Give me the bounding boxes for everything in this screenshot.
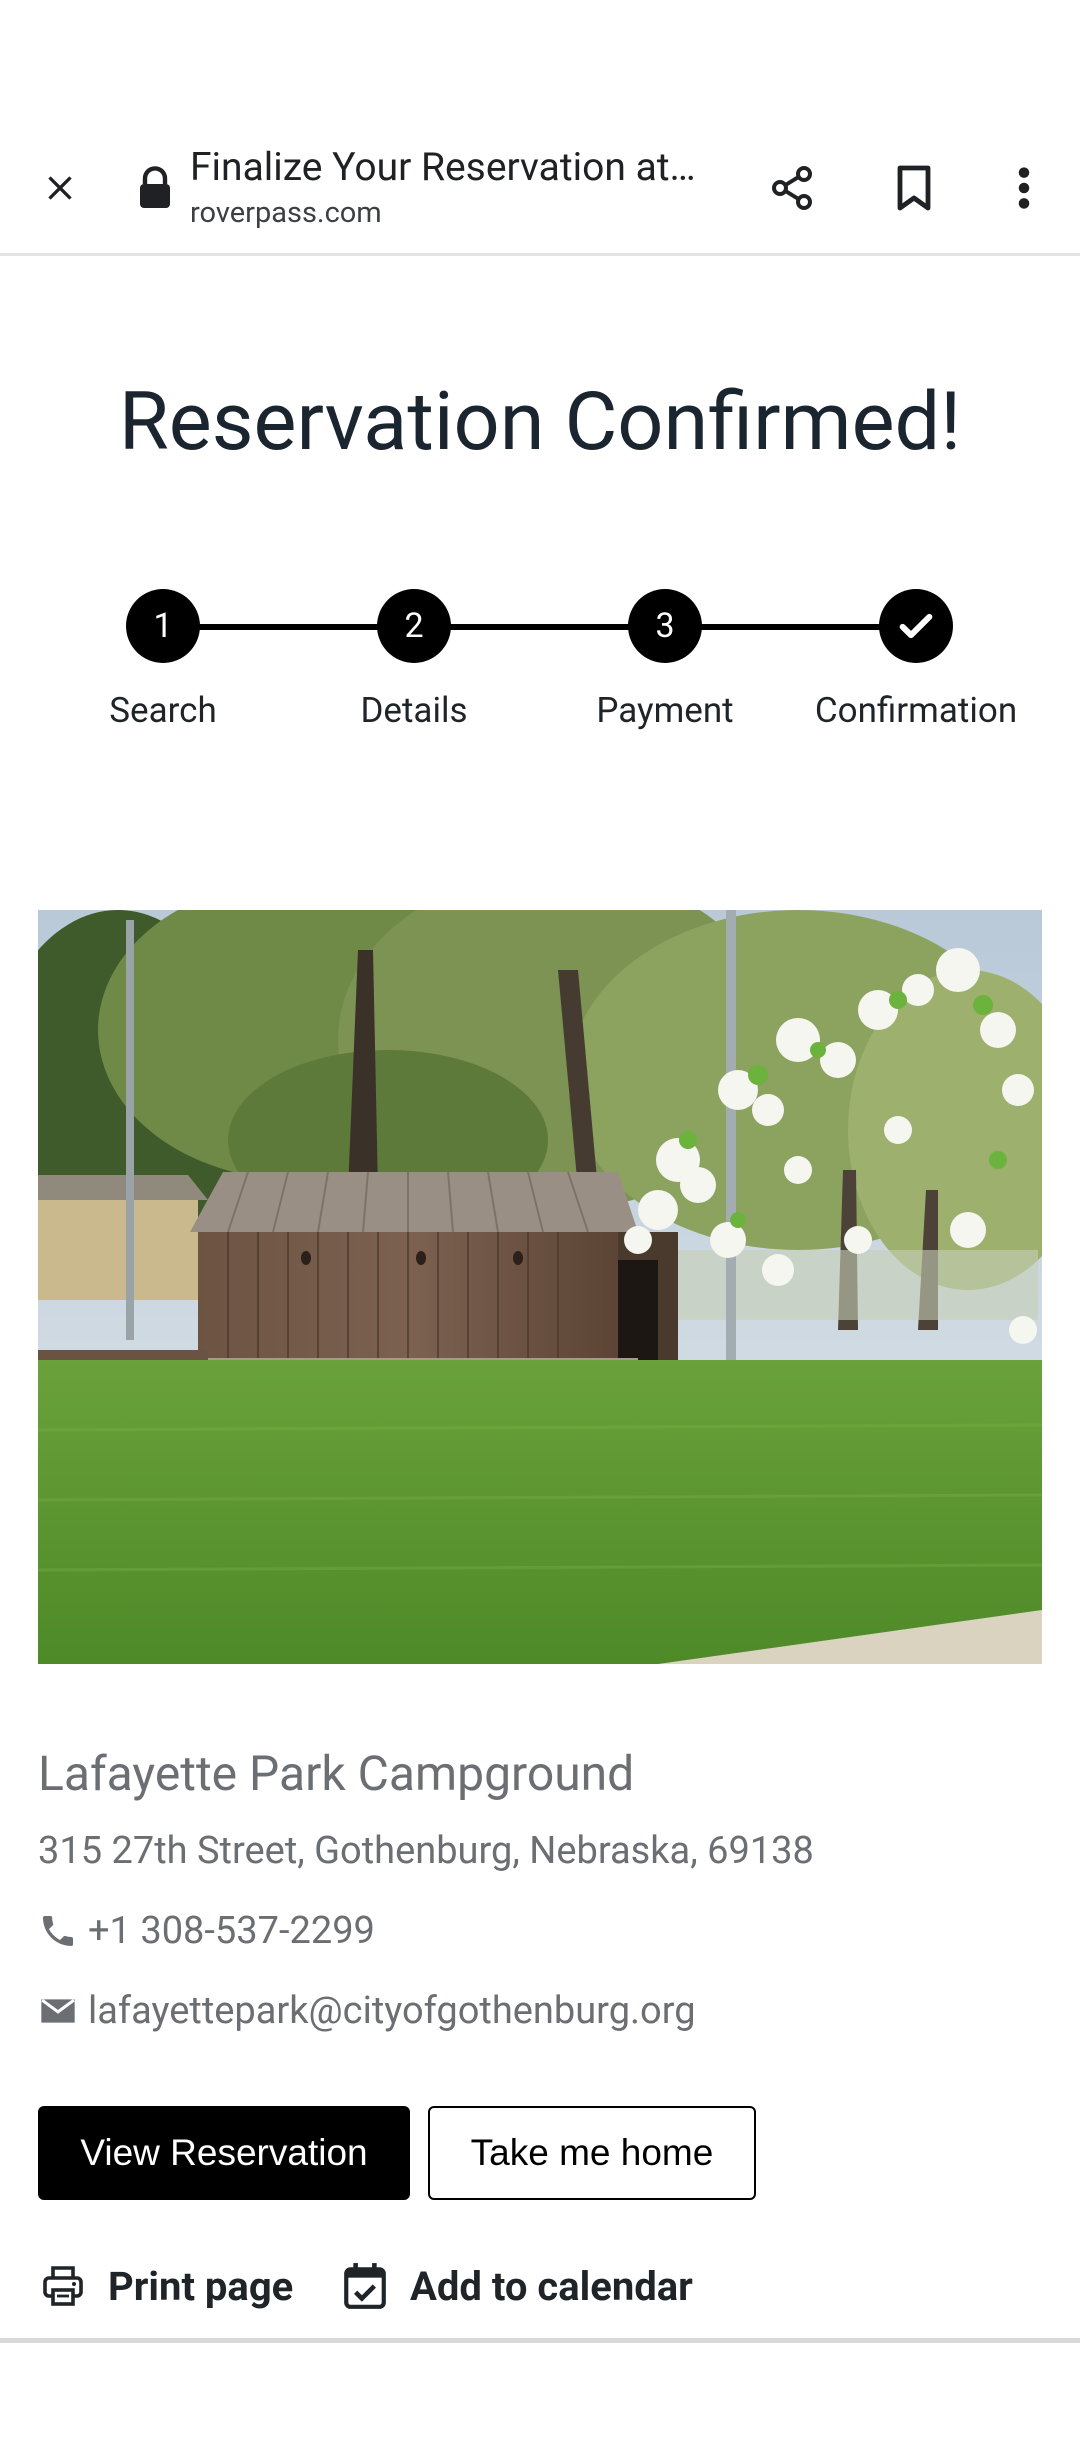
share-icon[interactable]	[760, 156, 824, 220]
campground-phone[interactable]: +1 308-537-2299	[38, 1906, 375, 1956]
more-options-icon[interactable]	[1000, 156, 1048, 220]
bottom-divider	[0, 2338, 1080, 2343]
print-page-link[interactable]: Print page	[38, 2258, 293, 2314]
check-icon	[899, 613, 933, 639]
step-search: 1 Search	[38, 580, 288, 750]
step-number: 1	[126, 589, 200, 663]
email-address: lafayettepark@cityofgothenburg.org	[88, 1989, 696, 2033]
calendar-check-icon	[340, 2259, 390, 2313]
step-details: 2 Details	[289, 580, 539, 750]
envelope-icon	[38, 1991, 78, 2031]
step-label: Details	[360, 690, 468, 731]
step-number: 2	[377, 589, 451, 663]
campground-name: Lafayette Park Campground	[38, 1745, 635, 1802]
add-to-calendar-label: Add to calendar	[410, 2262, 693, 2310]
page-title-text: Finalize Your Reservation at…	[190, 144, 696, 190]
print-page-label: Print page	[108, 2262, 294, 2310]
campground-photo	[38, 910, 1042, 1664]
status-bar	[0, 0, 1080, 120]
browser-toolbar: Finalize Your Reservation at… roverpass.…	[0, 120, 1080, 256]
step-label: Payment	[596, 690, 734, 731]
close-icon[interactable]	[28, 156, 92, 220]
printer-icon	[38, 2259, 88, 2313]
step-confirmation: Confirmation	[791, 580, 1041, 750]
phone-number: +1 308-537-2299	[88, 1909, 375, 1953]
campground-address: 315 27th Street, Gothenburg, Nebraska, 6…	[38, 1829, 814, 1873]
bookmark-icon[interactable]	[882, 156, 946, 220]
progress-stepper: 1 Search 2 Details 3 Payment Confirmatio…	[0, 580, 1080, 750]
step-complete	[879, 589, 953, 663]
step-payment: 3 Payment	[540, 580, 790, 750]
view-reservation-button[interactable]: View Reservation	[38, 2106, 410, 2200]
step-label: Search	[109, 690, 217, 731]
add-to-calendar-link[interactable]: Add to calendar	[340, 2258, 693, 2314]
campground-email[interactable]: lafayettepark@cityofgothenburg.org	[38, 1986, 696, 2036]
take-me-home-button[interactable]: Take me home	[428, 2106, 756, 2200]
lock-icon	[138, 166, 172, 210]
page-heading: Reservation Confirmed!	[118, 374, 962, 469]
step-number: 3	[628, 589, 702, 663]
page-url[interactable]: roverpass.com	[190, 194, 382, 232]
step-label: Confirmation	[814, 690, 1018, 731]
phone-icon	[38, 1911, 78, 1951]
